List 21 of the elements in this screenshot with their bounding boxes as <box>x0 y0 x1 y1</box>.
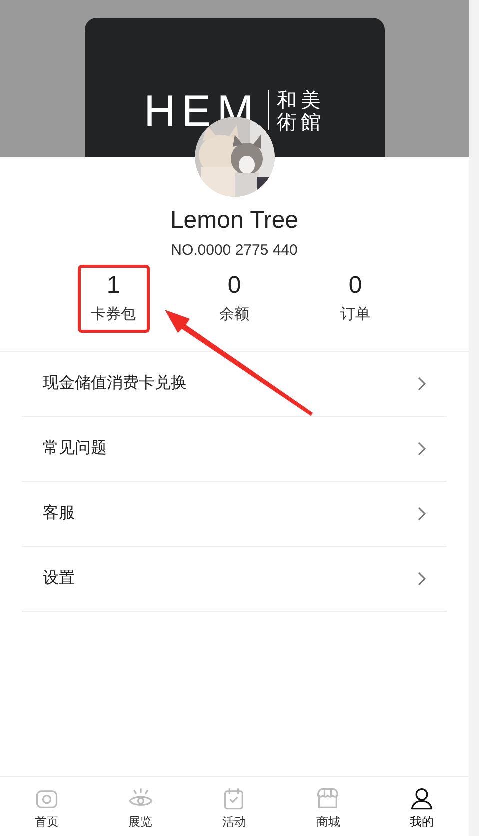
menu-item[interactable]: 客服 <box>22 482 447 547</box>
tab[interactable]: 首页 <box>0 777 94 836</box>
stat-button[interactable]: 0 余额 <box>198 265 270 333</box>
tab[interactable]: 我的 <box>375 777 469 836</box>
user-name: Lemon Tree <box>170 206 299 236</box>
menu-item[interactable]: 常见问题 <box>22 417 447 482</box>
user-icon <box>409 786 436 812</box>
logo-text: 術館 <box>276 112 325 134</box>
tab[interactable]: 活动 <box>188 777 282 836</box>
tab[interactable]: 商城 <box>281 777 376 836</box>
member-number: NO.0000 2775 440 <box>171 241 298 261</box>
chevron-right-icon <box>417 572 427 586</box>
chevron-right-icon <box>417 377 427 391</box>
chevron-right-icon <box>417 507 427 521</box>
shop-icon <box>315 786 342 812</box>
stat-button[interactable]: 0 订单 <box>320 265 392 333</box>
menu-item[interactable]: 设置 <box>22 547 447 612</box>
logo-text: 和美 <box>276 90 325 112</box>
tab[interactable]: 展览 <box>94 777 188 836</box>
stat-button[interactable]: 1 卡券包 <box>78 265 150 333</box>
chevron-right-icon <box>417 442 427 456</box>
